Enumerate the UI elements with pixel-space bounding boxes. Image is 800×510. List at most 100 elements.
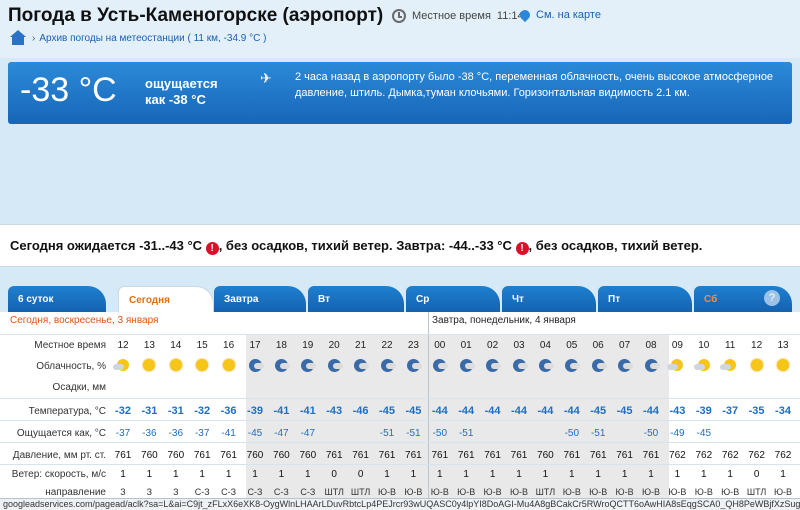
wind-speed-cell: 1 bbox=[516, 469, 522, 480]
wind-direction-cell: Ю-В bbox=[457, 487, 476, 497]
feels-like-cell: -47 bbox=[300, 428, 316, 439]
sun-icon bbox=[777, 359, 789, 371]
wind-speed-cell: 1 bbox=[410, 469, 417, 480]
cloud-cell bbox=[770, 359, 796, 374]
page-title: Погода в Усть-Каменогорске (аэропорт) bbox=[8, 5, 384, 26]
home-icon[interactable] bbox=[8, 30, 28, 46]
tomorrow-header: Завтра, понедельник, 4 января bbox=[432, 315, 576, 326]
pressure-cell: 761 bbox=[642, 450, 660, 461]
pressure-cell: 760 bbox=[537, 450, 554, 461]
tab-6-days[interactable]: 6 суток bbox=[8, 286, 106, 312]
cloud-cell bbox=[480, 359, 506, 375]
warning-icon[interactable]: ! bbox=[515, 242, 529, 255]
map-pin-icon bbox=[517, 7, 533, 23]
cloud-cell bbox=[163, 359, 189, 374]
tab-today[interactable]: Сегодня bbox=[118, 286, 214, 312]
sun-cloud-icon bbox=[720, 359, 737, 371]
current-temperature: -33 °C bbox=[20, 71, 117, 109]
wind-direction-cell: Ю-В bbox=[430, 487, 449, 497]
hour-cell: 16 bbox=[223, 340, 235, 351]
temperature-cell: -44 bbox=[458, 405, 475, 417]
temperature-cell: -31 bbox=[141, 405, 158, 417]
label-feels: Ощущается как, °C bbox=[16, 428, 106, 439]
label-pressure: Давление, мм рт. ст. bbox=[12, 450, 106, 461]
warning-icon[interactable]: ! bbox=[205, 242, 219, 255]
cloud-cell bbox=[295, 359, 321, 375]
night-cloud-icon bbox=[406, 359, 422, 372]
cloud-cell bbox=[136, 359, 162, 374]
feels-like-cell: -51 bbox=[379, 428, 395, 439]
cloud-cell bbox=[744, 359, 770, 374]
hour-cell: 13 bbox=[143, 340, 155, 351]
cloud-cell bbox=[374, 359, 400, 375]
temperature-cell: -44 bbox=[563, 405, 580, 417]
temperature-cell: -37 bbox=[722, 405, 739, 417]
wind-direction-cell: С-З bbox=[247, 487, 263, 497]
temperature-cell: -45 bbox=[616, 405, 633, 417]
night-cloud-icon bbox=[512, 359, 528, 372]
feels-like-cell: -51 bbox=[406, 428, 421, 439]
wind-direction-cell: Ю-В bbox=[589, 487, 608, 497]
temperature-cell: -35 bbox=[748, 405, 765, 417]
row-divider bbox=[0, 420, 800, 421]
wind-direction-cell: Ю-В bbox=[721, 487, 740, 497]
wind-speed-cell: 1 bbox=[305, 469, 311, 480]
sun-icon bbox=[196, 359, 209, 371]
night-cloud-icon bbox=[301, 359, 317, 372]
pressure-cell: 760 bbox=[299, 450, 317, 461]
help-icon[interactable]: ? bbox=[764, 290, 780, 306]
wind-speed-cell: 1 bbox=[569, 469, 575, 480]
tab-tomorrow[interactable]: Завтра bbox=[214, 286, 306, 312]
summary-today: Сегодня ожидается -31..-43 °C bbox=[10, 238, 203, 253]
hour-cell: 03 bbox=[513, 340, 525, 351]
cloud-cell bbox=[427, 359, 453, 375]
tab-wed[interactable]: Ср bbox=[406, 286, 500, 312]
cloud-cell bbox=[691, 359, 717, 374]
night-cloud-icon bbox=[565, 359, 581, 372]
tab-thu[interactable]: Чт bbox=[502, 286, 596, 312]
tab-tue[interactable]: Вт bbox=[308, 286, 404, 312]
wind-direction-cell: Ю-В bbox=[404, 487, 423, 497]
label-time: Местное время bbox=[34, 340, 106, 351]
night-cloud-icon bbox=[433, 359, 449, 372]
pressure-cell: 761 bbox=[378, 450, 396, 461]
sun-cloud-icon bbox=[693, 359, 710, 371]
map-link[interactable]: См. на карте bbox=[517, 7, 601, 23]
cloud-cell bbox=[638, 359, 664, 375]
hour-cell: 12 bbox=[117, 340, 129, 351]
night-cloud-icon bbox=[538, 359, 554, 372]
page-header: Погода в Усть-Каменогорске (аэропорт) Ме… bbox=[0, 0, 800, 58]
feels-like-cell: -50 bbox=[643, 428, 659, 439]
summary-tomorrow-rest: , без осадков, тихий ветер. bbox=[528, 238, 703, 253]
hour-cell: 11 bbox=[724, 340, 736, 351]
wind-speed-cell: 1 bbox=[463, 469, 469, 480]
archive-link[interactable]: Архив погоды на метеостанции ( 11 км, -3… bbox=[39, 33, 266, 44]
temperature-cell: -44 bbox=[484, 405, 501, 417]
feels-like-cell: -51 bbox=[590, 428, 606, 439]
night-cloud-icon bbox=[248, 359, 264, 372]
temperature-cell: -34 bbox=[775, 405, 791, 417]
wind-speed-cell: 1 bbox=[621, 469, 628, 480]
night-cloud-icon bbox=[327, 359, 343, 372]
row-divider bbox=[0, 464, 800, 465]
wind-speed-cell: 1 bbox=[701, 469, 707, 480]
sun-icon bbox=[750, 359, 763, 371]
feels-like-cell: -49 bbox=[670, 428, 685, 439]
pressure-cell: 760 bbox=[167, 450, 185, 461]
map-link-label[interactable]: См. на карте bbox=[536, 9, 601, 21]
temperature-cell: -39 bbox=[695, 405, 712, 417]
sun-icon bbox=[222, 359, 235, 371]
hour-cell: 10 bbox=[698, 340, 710, 351]
wind-direction-cell: Ю-В bbox=[641, 487, 661, 497]
cloud-cell bbox=[585, 359, 611, 375]
tab-fri[interactable]: Пт bbox=[598, 286, 692, 312]
pressure-cell: 762 bbox=[669, 450, 686, 461]
pressure-cell: 760 bbox=[141, 450, 158, 461]
wind-direction-cell: ШТЛ bbox=[535, 487, 556, 497]
temperature-cell: -43 bbox=[326, 405, 343, 417]
pressure-cell: 761 bbox=[510, 450, 528, 461]
sun-icon bbox=[169, 359, 182, 371]
pressure-cell: 761 bbox=[431, 450, 449, 461]
night-cloud-icon bbox=[354, 359, 370, 372]
wind-speed-cell: 1 bbox=[542, 469, 549, 480]
